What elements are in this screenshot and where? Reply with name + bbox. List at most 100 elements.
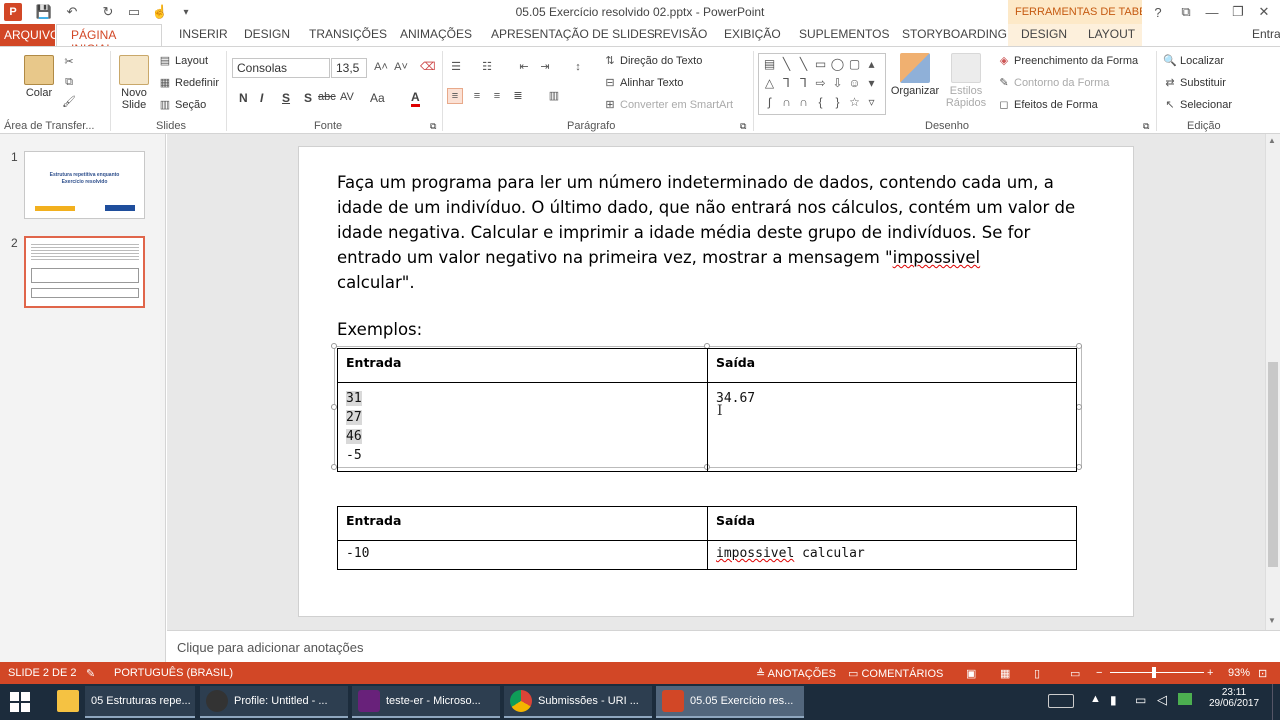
section-button[interactable]: ▥ Seção [158,98,206,112]
minimize-button[interactable]: — [1200,2,1224,22]
restore-button[interactable]: ❐ [1226,2,1250,22]
drawing-dialog-launcher[interactable]: ⧉ [1143,121,1149,132]
underline-button[interactable]: S [282,91,290,105]
tab-animations[interactable]: ANIMAÇÕES [400,27,472,41]
tab-file[interactable]: ARQUIVO [0,24,59,46]
curve-shape-icon[interactable]: ∩ [795,93,812,112]
slide-sorter-icon[interactable]: ▦ [1000,667,1010,680]
notes-pane[interactable]: Clique para adicionar anotações [167,630,1280,662]
zoom-out-icon[interactable]: − [1096,667,1102,679]
close-button[interactable]: ✕ [1252,2,1276,22]
curve-shape-icon[interactable]: ∩ [778,93,795,112]
shapes-gallery[interactable]: ▤ ╲ ╲ ▭ ◯ ▢ ▴ △ ⅂ ⅂ ⇨ ⇩ ☺ ▾ ʃ ∩ ∩{} ☆ ▿ [758,53,886,115]
tab-slideshow[interactable]: APRESENTAÇÃO DE SLIDES [491,27,655,41]
shape-effects-button[interactable]: ◻ Efeitos de Forma [997,98,1097,112]
increase-indent-button[interactable]: ⇥ [538,60,552,74]
signin-link[interactable]: Entra [1252,27,1280,41]
tab-addins[interactable]: SUPLEMENTOS [799,27,889,41]
align-text-button[interactable]: ⊟ Alinhar Texto [603,76,683,90]
notes-toggle-button[interactable]: ≜ ANOTAÇÕES [756,667,836,680]
shadow-button[interactable]: S [304,91,312,105]
slide-thumbnail-1[interactable]: Estrutura repetitiva enquanto Exercício … [24,151,145,219]
table-cell-input[interactable]: 31 27 46 -5 [337,382,708,472]
brace-shape-icon[interactable]: } [829,93,846,112]
scrollbar-thumb[interactable] [1268,362,1278,567]
help-button[interactable]: ? [1146,2,1170,22]
convert-smartart-button[interactable]: ⊞ Converter em SmartArt [603,98,733,112]
example-table-2[interactable]: Entrada Saída -10 impossivel calcular [337,506,1077,570]
replace-button[interactable]: ⇄ Substituir [1163,76,1225,90]
shape-fill-button[interactable]: ◈ Preenchimento da Forma [997,54,1138,68]
taskbar-item-folder[interactable]: 05 Estruturas repe... [85,686,195,718]
tab-table-design[interactable]: DESIGN [1021,27,1067,41]
table-header-output[interactable]: Saída [707,506,1077,541]
reset-button[interactable]: ▦ Redefinir [158,76,219,90]
clock[interactable]: 23:11 29/06/2017 [1204,687,1264,709]
notes-placeholder[interactable]: Clique para adicionar anotações [177,640,363,655]
table-header-input[interactable]: Entrada [337,348,708,383]
rounded-rect-shape-icon[interactable]: ▢ [846,55,863,74]
bullets-button[interactable]: ☰ [449,60,463,74]
char-spacing-button[interactable]: AV [340,91,354,103]
tab-transitions[interactable]: TRANSIÇÕES [309,27,387,41]
taskbar-item-obs[interactable]: Profile: Untitled - ... [200,686,348,718]
decrease-indent-button[interactable]: ⇤ [517,60,531,74]
smiley-shape-icon[interactable]: ☺ [846,74,863,93]
examples-label[interactable]: Exemplos: [337,320,422,339]
line-shape-icon[interactable]: ╲ [795,55,812,74]
new-slide-button[interactable]: Novo Slide [115,55,153,111]
line-shape-icon[interactable]: ╲ [778,55,795,74]
language-indicator[interactable]: PORTUGUÊS (BRASIL) [114,667,233,679]
table-header-input[interactable]: Entrada [337,506,708,541]
file-explorer-icon[interactable] [57,690,79,712]
google-drive-icon[interactable] [1178,693,1192,705]
zoom-slider-track[interactable] [1110,672,1204,673]
change-case-button[interactable]: Aa [370,91,385,105]
layout-button[interactable]: ▤ Layout [158,54,208,68]
font-color-button[interactable]: A [411,91,420,107]
grow-font-button[interactable]: A˄ [374,60,388,74]
bold-button[interactable]: N [239,91,248,105]
font-dialog-launcher[interactable]: ⧉ [430,121,436,132]
line-spacing-button[interactable]: ↕ [571,60,585,74]
example-table-1[interactable]: Entrada Saída 31 27 46 -5 34.67 [337,348,1077,472]
taskbar-item-powerpoint[interactable]: 05.05 Exercício res... [656,686,804,718]
table-header-output[interactable]: Saída [707,348,1077,383]
zoom-slider-thumb[interactable] [1152,667,1156,678]
oval-shape-icon[interactable]: ◯ [829,55,846,74]
align-right-button[interactable]: ≡ [490,89,504,103]
columns-button[interactable]: ▥ [547,89,561,103]
format-painter-button[interactable]: 🖌 [62,95,76,109]
strikethrough-button[interactable]: abc [318,91,336,103]
zoom-level[interactable]: 93% [1228,667,1250,679]
connector-shape-icon[interactable]: ⅂ [795,74,812,93]
taskbar-item-visual-studio[interactable]: teste-er - Microso... [352,686,500,718]
fit-to-window-icon[interactable]: ⊡ [1258,667,1267,680]
tab-view[interactable]: EXIBIÇÃO [724,27,781,41]
shape-outline-button[interactable]: ✎ Contorno da Forma [997,76,1109,90]
textbox-shape-icon[interactable]: ▤ [761,55,778,74]
zoom-in-icon[interactable]: + [1207,667,1213,679]
spellcheck-icon[interactable]: ✎ [86,667,95,680]
cut-button[interactable]: ✂ [62,55,76,69]
vertical-scrollbar[interactable]: ▲ ▼ [1265,134,1280,630]
scroll-down-icon[interactable]: ▼ [1268,616,1276,625]
paste-button[interactable]: Colar [20,55,58,99]
volume-icon[interactable]: ◁ [1157,692,1167,708]
ribbon-display-options-button[interactable]: ⧉ [1174,2,1198,22]
copy-button[interactable]: ⧉ [62,75,76,89]
arrow-shape-icon[interactable]: ⇨ [812,74,829,93]
connector-shape-icon[interactable]: ⅂ [778,74,795,93]
reading-view-icon[interactable]: ▯ [1034,667,1040,680]
find-button[interactable]: 🔍 Localizar [1163,54,1224,68]
shrink-font-button[interactable]: A˅ [394,60,408,74]
table-cell-output[interactable]: impossivel calcular [707,540,1077,570]
scroll-down-icon[interactable]: ▾ [863,74,880,93]
scroll-up-icon[interactable]: ▴ [863,55,880,74]
tab-table-layout[interactable]: LAYOUT [1088,27,1135,41]
tab-insert[interactable]: INSERIR [179,27,228,41]
font-name-input[interactable]: Consolas [232,58,330,78]
rectangle-shape-icon[interactable]: ▭ [812,55,829,74]
triangle-shape-icon[interactable]: △ [761,74,778,93]
keyboard-icon[interactable] [1048,694,1074,708]
